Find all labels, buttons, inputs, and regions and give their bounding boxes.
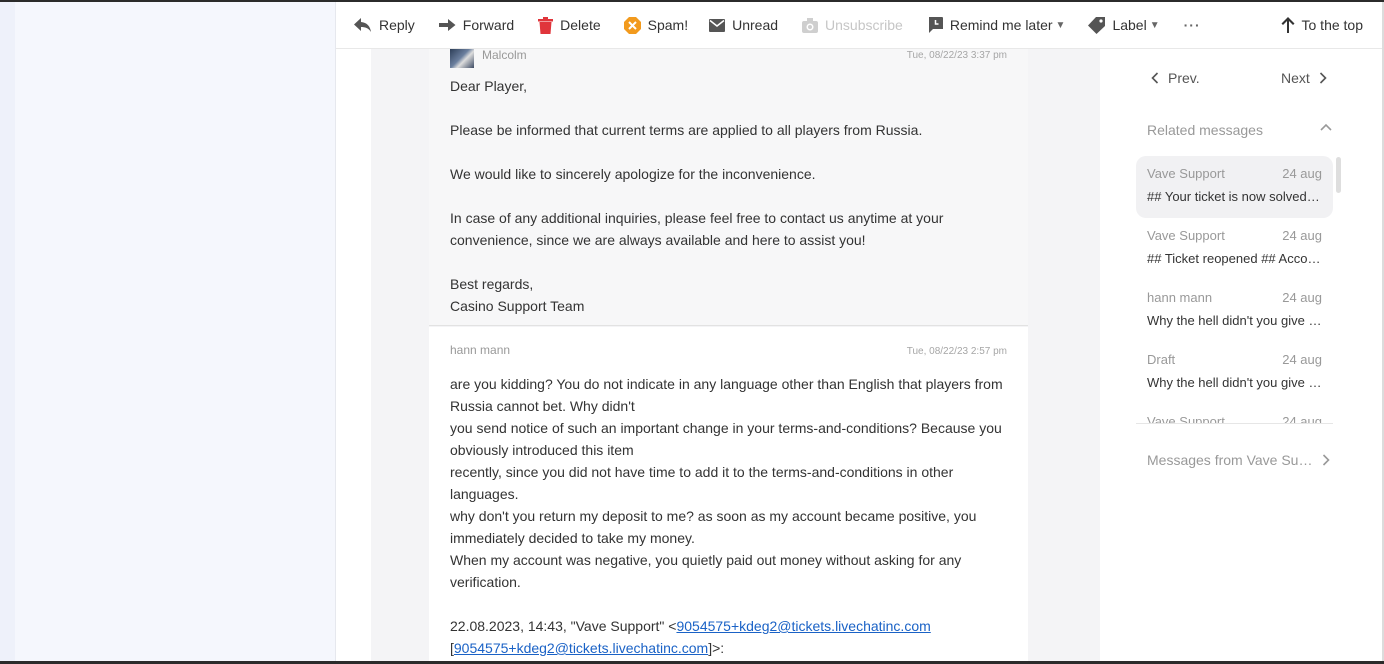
reply-icon: [354, 18, 371, 32]
body-line: Please be informed that current terms ar…: [450, 122, 923, 138]
related-date: 24 aug: [1282, 166, 1322, 181]
trash-icon: [538, 16, 554, 34]
related-subject: ## Ticket reopened ## Account: [1147, 251, 1322, 266]
related-message-item[interactable]: Vave Support 24 aug ## Your ticket is now…: [1136, 156, 1333, 218]
more-icon: ···: [1183, 17, 1201, 33]
spam-button[interactable]: Spam!: [623, 10, 689, 40]
message-date: Tue, 08/22/23 3:37 pm: [906, 50, 1007, 61]
reply-label: Reply: [379, 17, 415, 33]
body-line: When my account was negative, you quietl…: [450, 552, 962, 568]
body-line: you send notice of such an important cha…: [450, 420, 1002, 436]
unsubscribe-button[interactable]: Unsubscribe: [802, 10, 903, 40]
related-subject: ## Your ticket is now solved ##: [1147, 189, 1322, 204]
related-messages-list: Vave Support 24 aug ## Your ticket is now…: [1136, 156, 1333, 424]
chevron-up-icon[interactable]: [1320, 123, 1332, 131]
right-sidebar: Prev. Next Related messages Vave Support…: [1100, 49, 1382, 661]
delete-button[interactable]: Delete: [538, 10, 601, 40]
body-line: Casino Support Team: [450, 298, 585, 314]
message-date: Tue, 08/22/23 2:57 pm: [906, 346, 1007, 357]
related-from: Vave Support: [1147, 166, 1225, 181]
body-line: We would like to sincerely apologize for…: [450, 166, 816, 182]
spam-icon: [623, 16, 641, 34]
body-line: obviously introduced this item: [450, 442, 634, 458]
related-from: hann mann: [1147, 290, 1213, 305]
body-line: Dear Player,: [450, 78, 528, 94]
body-line: are you kidding? You do not indicate in …: [450, 376, 1003, 392]
body-line: immediately decided to take my money.: [450, 530, 695, 546]
spam-label: Spam!: [647, 17, 689, 33]
email-link[interactable]: 9054575+kdeg2@tickets.livechatinc.com: [676, 618, 930, 634]
message-sender: hann mann: [450, 343, 511, 357]
related-message-item[interactable]: Vave Support 24 aug: [1136, 404, 1333, 424]
chevron-right-icon: [1319, 72, 1327, 84]
related-from: Vave Support: [1147, 414, 1225, 424]
quote-line: 22.08.2023, 14:43, "Vave Support" <90545…: [450, 615, 1015, 637]
body-line: why don't you return my deposit to me? a…: [450, 508, 977, 524]
related-subject: Why the hell didn't you give me: [1147, 313, 1322, 328]
message-thread: Malcolm Tue, 08/22/23 3:37 pm Dear Playe…: [371, 48, 1100, 661]
related-from: Vave Support: [1147, 228, 1225, 243]
body-line: Best regards,: [450, 276, 534, 292]
prev-button[interactable]: Prev.: [1151, 70, 1200, 86]
quote-close: ]>:: [708, 640, 725, 656]
remind-label: Remind me later: [949, 17, 1053, 33]
envelope-icon: [709, 18, 726, 32]
quote-line: [9054575+kdeg2@tickets.livechatinc.com]>…: [450, 637, 1015, 659]
prev-label: Prev.: [1168, 70, 1200, 86]
body-line: convenience, since we are always availab…: [450, 232, 866, 248]
label-label: Label: [1112, 17, 1147, 33]
related-messages-title[interactable]: Related messages: [1147, 122, 1263, 138]
unsubscribe-label: Unsubscribe: [825, 17, 903, 33]
related-date: 24 aug: [1282, 228, 1322, 243]
body-line: verification.: [450, 574, 521, 590]
arrow-up-icon: [1281, 17, 1294, 33]
related-message-item[interactable]: Vave Support 24 aug ## Ticket reopened ##…: [1136, 218, 1333, 280]
related-subject: Why the hell didn't you give me: [1147, 375, 1322, 390]
message-body: are you kidding? You do not indicate in …: [450, 373, 1015, 659]
to-top-label: To the top: [1301, 17, 1364, 33]
delete-label: Delete: [560, 17, 601, 33]
body-line: languages.: [450, 486, 519, 502]
email-link[interactable]: 9054575+kdeg2@tickets.livechatinc.com: [454, 640, 708, 656]
message-toolbar: Reply Forward Delete Spam! Unread Unsubs…: [336, 2, 1382, 49]
next-button[interactable]: Next: [1281, 70, 1327, 86]
messages-from-link[interactable]: Messages from Vave Support: [1147, 452, 1319, 468]
chevron-down-icon: ▼: [1149, 19, 1160, 31]
chevron-right-icon[interactable]: [1322, 454, 1330, 466]
body-line: In case of any additional inquiries, ple…: [450, 210, 944, 226]
forward-label: Forward: [462, 17, 515, 33]
quote-prefix: 22.08.2023, 14:43, "Vave Support" <: [450, 618, 677, 634]
related-date: 24 aug: [1282, 414, 1322, 424]
more-button[interactable]: ···: [1184, 10, 1201, 40]
message-view: Reply Forward Delete Spam! Unread Unsubs…: [336, 2, 1382, 661]
chevron-left-icon: [1151, 72, 1159, 84]
to-top-button[interactable]: To the top: [1281, 10, 1364, 40]
tag-icon: [1088, 16, 1106, 34]
message-body: Dear Player, Please be informed that cur…: [450, 75, 1015, 317]
reply-button[interactable]: Reply: [354, 10, 415, 40]
body-line: recently, since you did not have time to…: [450, 464, 954, 480]
next-label: Next: [1281, 70, 1310, 86]
related-date: 24 aug: [1282, 352, 1322, 367]
related-from: Draft: [1147, 352, 1176, 367]
forward-button[interactable]: Forward: [438, 10, 515, 40]
related-message-item[interactable]: Draft 24 aug Why the hell didn't you give…: [1136, 342, 1333, 404]
avatar: [450, 49, 474, 68]
body-line: Russia cannot bet. Why didn't: [450, 398, 635, 414]
message-sender: Malcolm: [482, 48, 527, 62]
related-scrollbar[interactable]: [1336, 157, 1341, 193]
left-pane: [0, 2, 336, 661]
forward-icon: [438, 19, 456, 31]
message-card: hann mann Tue, 08/22/23 2:57 pm are you …: [429, 327, 1028, 661]
related-message-item[interactable]: hann mann 24 aug Why the hell didn't you …: [1136, 280, 1333, 342]
label-button[interactable]: Label ▼: [1088, 10, 1160, 40]
unsubscribe-icon: [802, 17, 819, 33]
unread-button[interactable]: Unread: [709, 10, 778, 40]
remind-later-button[interactable]: Remind me later ▼: [928, 10, 1066, 40]
remind-icon: [928, 17, 943, 33]
unread-label: Unread: [732, 17, 779, 33]
related-date: 24 aug: [1282, 290, 1322, 305]
chevron-down-icon: ▼: [1055, 19, 1066, 31]
message-card: Malcolm Tue, 08/22/23 3:37 pm Dear Playe…: [429, 48, 1028, 326]
